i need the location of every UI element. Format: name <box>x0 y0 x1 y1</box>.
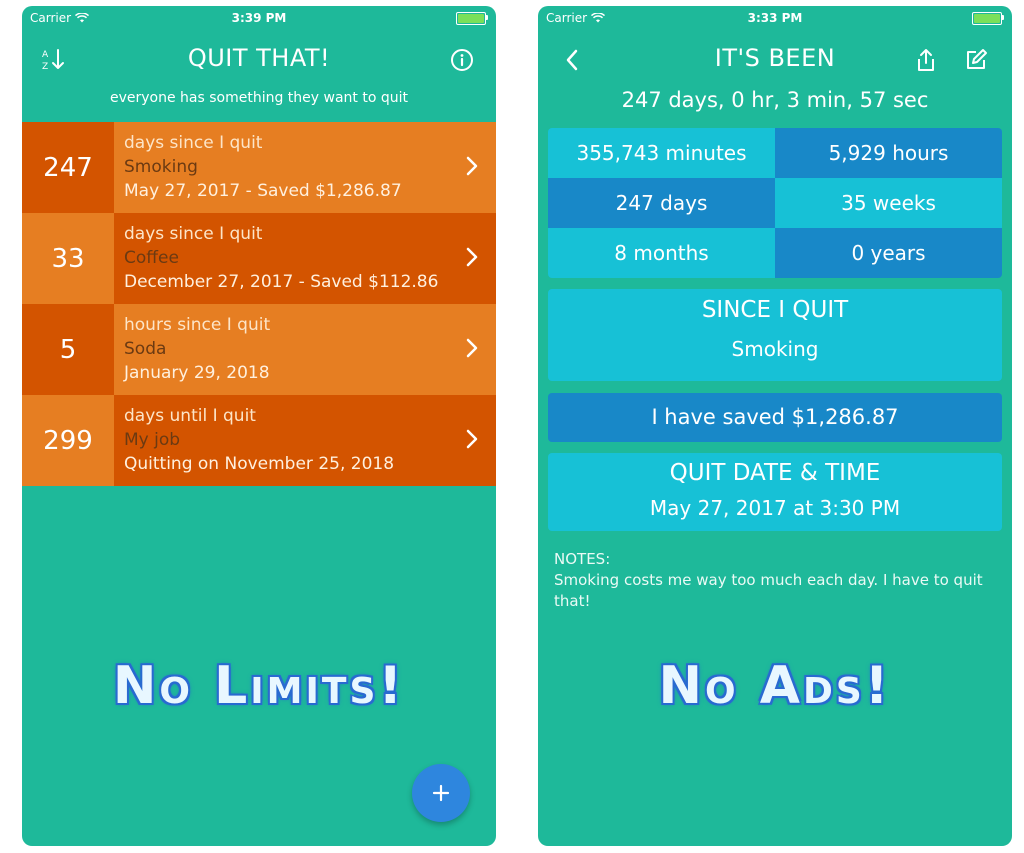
quit-list: 247 days since I quit Smoking May 27, 20… <box>22 122 496 486</box>
add-button[interactable] <box>412 764 470 822</box>
item-count: 247 <box>22 122 114 213</box>
promo-caption: No Limits! <box>112 656 406 716</box>
stat-days: 247 days <box>548 178 775 228</box>
item-body: days since I quit Smoking May 27, 2017 -… <box>114 122 496 213</box>
stat-weeks: 35 weeks <box>775 178 1002 228</box>
stat-years: 0 years <box>775 228 1002 278</box>
notes-label: NOTES: <box>554 550 611 568</box>
tagline: everyone has something they want to quit <box>109 90 409 106</box>
item-name: Smoking <box>124 157 198 177</box>
list-item[interactable]: 33 days since I quit Coffee December 27,… <box>22 213 496 304</box>
edit-icon[interactable] <box>962 46 990 74</box>
elapsed-time: 247 days, 0 hr, 3 min, 57 sec <box>621 88 929 112</box>
item-label: hours since I quit <box>124 315 271 335</box>
status-bar: Carrier 3:33 PM <box>538 6 1012 28</box>
info-icon[interactable] <box>448 46 476 74</box>
item-detail: December 27, 2017 - Saved $112.86 <box>124 272 439 292</box>
since-value: Smoking <box>731 337 819 361</box>
item-name: My job <box>124 430 181 450</box>
status-bar: Carrier 3:39 PM <box>22 6 496 28</box>
item-label: days since I quit <box>124 133 263 153</box>
page-title: IT'S BEEN <box>714 44 836 72</box>
item-count: 299 <box>22 395 114 486</box>
saved-card: I have saved $1,286.87 <box>548 393 1002 442</box>
item-count: 33 <box>22 213 114 304</box>
nav-bar: IT'S BEEN <box>538 32 1012 84</box>
page-title: QUIT THAT! <box>187 44 331 72</box>
chevron-right-icon <box>466 156 478 176</box>
item-detail: Quitting on November 25, 2018 <box>124 454 395 474</box>
nav-bar: AZ QUIT THAT! <box>22 32 496 84</box>
notes-section: NOTES: Smoking costs me way too much eac… <box>554 549 992 612</box>
promo-caption: No Ads! <box>658 656 892 716</box>
since-card: SINCE I QUIT Smoking <box>548 289 1002 381</box>
item-label: days until I quit <box>124 406 256 426</box>
share-icon[interactable] <box>912 46 940 74</box>
quit-date-card: QUIT DATE & TIME May 27, 2017 at 3:30 PM <box>548 453 1002 531</box>
stats-grid: 355,743 minutes 5,929 hours 247 days 35 … <box>548 128 1002 278</box>
chevron-right-icon <box>466 247 478 267</box>
stat-minutes: 355,743 minutes <box>548 128 775 178</box>
chevron-right-icon <box>466 338 478 358</box>
quit-list-screen: Carrier 3:39 PM AZ QUIT THAT! everyone h… <box>22 6 496 846</box>
quit-detail-screen: Carrier 3:33 PM IT'S BEEN 247 days, 0 hr… <box>538 6 1012 846</box>
item-count: 5 <box>22 304 114 395</box>
item-body: days since I quit Coffee December 27, 20… <box>114 213 496 304</box>
stat-hours: 5,929 hours <box>775 128 1002 178</box>
item-detail: January 29, 2018 <box>124 363 270 383</box>
battery-icon <box>972 12 1004 25</box>
item-name: Coffee <box>124 248 179 268</box>
list-item[interactable]: 299 days until I quit My job Quitting on… <box>22 395 496 486</box>
chevron-right-icon <box>466 429 478 449</box>
quit-date-title: QUIT DATE & TIME <box>669 460 881 486</box>
list-item[interactable]: 247 days since I quit Smoking May 27, 20… <box>22 122 496 213</box>
since-title: SINCE I QUIT <box>701 297 849 323</box>
item-label: days since I quit <box>124 224 263 244</box>
list-item[interactable]: 5 hours since I quit Soda January 29, 20… <box>22 304 496 395</box>
stat-months: 8 months <box>548 228 775 278</box>
status-time: 3:33 PM <box>747 11 803 25</box>
item-name: Soda <box>124 339 167 359</box>
notes-text: Smoking costs me way too much each day. … <box>554 571 983 610</box>
status-time: 3:39 PM <box>231 11 287 25</box>
quit-date-value: May 27, 2017 at 3:30 PM <box>649 496 901 520</box>
item-detail: May 27, 2017 - Saved $1,286.87 <box>124 181 402 201</box>
item-body: days until I quit My job Quitting on Nov… <box>114 395 496 486</box>
plus-icon <box>432 784 450 802</box>
item-body: hours since I quit Soda January 29, 2018 <box>114 304 496 395</box>
battery-icon <box>456 12 488 25</box>
